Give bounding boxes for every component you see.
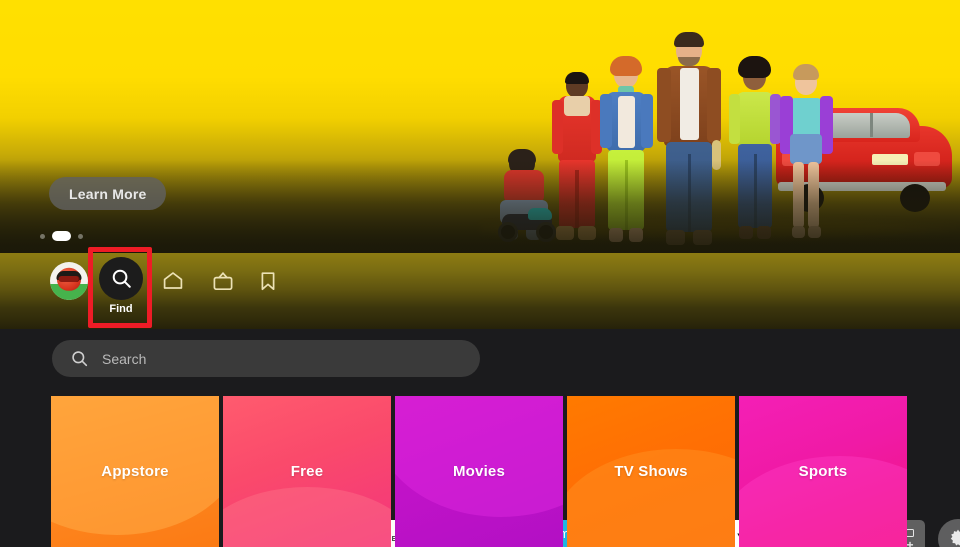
pagination-dot-1[interactable]	[40, 233, 45, 239]
learn-more-label: Learn More	[69, 185, 147, 202]
home-icon	[163, 272, 183, 289]
category-tile-row: Appstore Free Movies TV Shows Sports	[51, 396, 907, 547]
nav-item-live-tv[interactable]	[198, 256, 248, 306]
artwork-person-3	[598, 56, 654, 248]
artwork-person-2	[552, 72, 602, 244]
avatar-sunglasses	[58, 276, 80, 283]
search-icon	[112, 269, 131, 288]
tv-icon	[213, 272, 233, 291]
learn-more-button[interactable]: Learn More	[49, 177, 167, 210]
search-input[interactable]: Search	[102, 351, 146, 367]
hero-artwork	[480, 0, 960, 256]
artwork-person-5	[728, 56, 782, 246]
fire-tv-home-screen: Learn More Find + Search Appstore Free M…	[0, 0, 960, 547]
nav-item-library[interactable]	[243, 256, 293, 306]
main-navigation-bar: Find +	[0, 253, 960, 547]
category-tile-tv-shows[interactable]: TV Shows	[567, 396, 735, 547]
pagination-dot-3[interactable]	[78, 233, 83, 239]
hero-pagination[interactable]	[40, 231, 83, 241]
category-tile-label: Free	[290, 463, 324, 480]
pagination-dot-2-active[interactable]	[52, 231, 71, 241]
category-tile-label: TV Shows	[614, 463, 688, 480]
hero-banner[interactable]	[0, 0, 960, 256]
profile-avatar[interactable]	[50, 262, 88, 300]
tile-decoration	[395, 396, 563, 517]
category-tile-sports[interactable]: Sports	[739, 396, 907, 547]
category-tile-label: Appstore	[101, 463, 169, 480]
find-button-label: Find	[109, 303, 133, 315]
category-tile-free[interactable]: Free	[223, 396, 391, 547]
artwork-person-4	[656, 32, 722, 250]
tile-decoration	[223, 486, 391, 547]
category-tile-movies[interactable]: Movies	[395, 396, 563, 547]
category-tile-label: Sports	[798, 463, 848, 480]
find-button[interactable]: Find	[95, 257, 147, 315]
search-bar[interactable]: Search	[52, 340, 480, 377]
nav-item-home[interactable]	[148, 256, 198, 306]
find-button-circle	[99, 257, 143, 300]
category-tile-appstore[interactable]: Appstore	[51, 396, 219, 547]
settings-button[interactable]	[938, 519, 960, 547]
artwork-person-6	[780, 64, 833, 244]
search-icon	[72, 351, 88, 367]
gear-icon	[950, 529, 960, 546]
category-tile-label: Movies	[452, 463, 506, 480]
bookmark-icon	[261, 272, 275, 291]
